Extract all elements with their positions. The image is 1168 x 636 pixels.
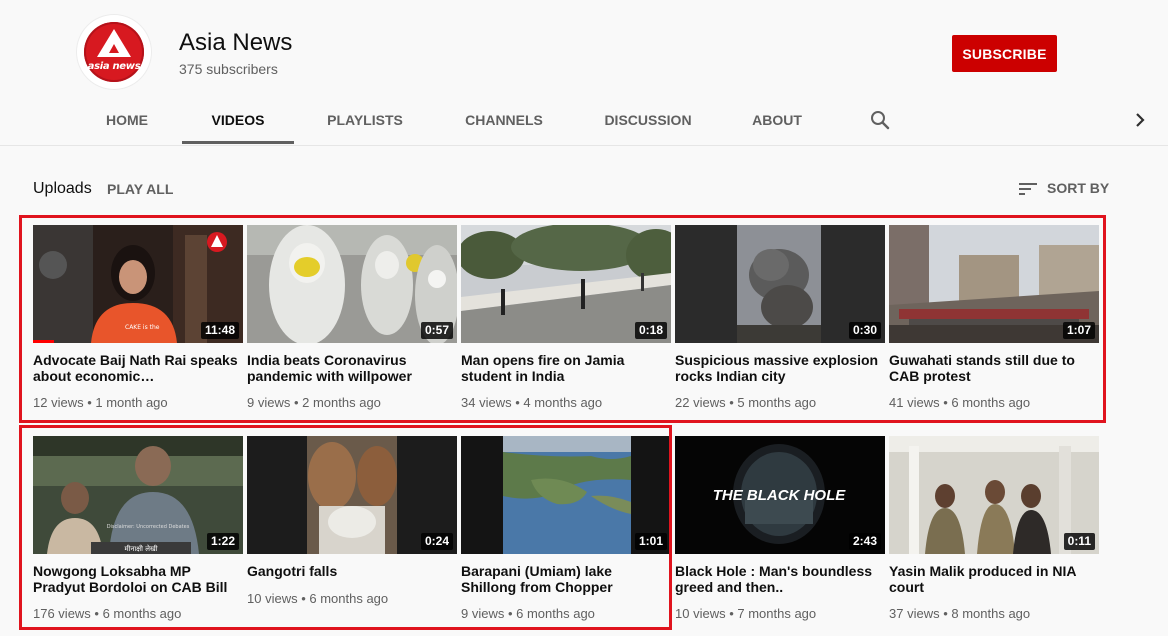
video-card[interactable]: मीनाक्षी लेखी Disclaimer: Uncorrected De… — [33, 436, 243, 636]
video-thumbnail[interactable]: THE BLACK HOLE 2:43 — [675, 436, 885, 554]
video-card[interactable]: 0:11 Yasin Malik produced in NIA court 3… — [889, 436, 1099, 636]
video-title[interactable]: Barapani (Umiam) lake Shillong from Chop… — [461, 563, 667, 595]
video-thumbnail[interactable]: 0:30 — [675, 225, 885, 343]
sort-icon — [1019, 183, 1037, 195]
video-thumbnail[interactable]: मीनाक्षी लेखी Disclaimer: Uncorrected De… — [33, 436, 243, 554]
search-icon[interactable] — [868, 108, 892, 132]
video-thumbnail[interactable]: 0:18 — [461, 225, 671, 343]
upload-age: 7 months ago — [737, 606, 817, 621]
subscribe-button[interactable]: SUBSCRIBE — [952, 35, 1057, 72]
view-count: 12 views — [33, 395, 84, 410]
video-duration: 11:48 — [200, 322, 239, 339]
video-meta: 22 views • 5 months ago — [675, 395, 817, 410]
video-card[interactable]: CAKE is the 11:48 Advocate Baij Nath Rai… — [33, 225, 243, 425]
sort-by-label: SORT BY — [1047, 180, 1110, 196]
channel-avatar[interactable]: asia news — [76, 14, 152, 90]
subscriber-count: 375 subscribers — [179, 61, 278, 77]
video-title[interactable]: Advocate Baij Nath Rai speaks about econ… — [33, 352, 239, 384]
video-duration: 2:43 — [848, 533, 881, 550]
tab-discussion[interactable]: DISCUSSION — [598, 96, 698, 144]
video-meta: 176 views • 6 months ago — [33, 606, 182, 621]
upload-age: 6 months ago — [102, 606, 182, 621]
video-title[interactable]: Black Hole : Man's boundless greed and t… — [675, 563, 881, 595]
view-count: 34 views — [461, 395, 512, 410]
upload-age: 2 months ago — [302, 395, 381, 410]
video-meta: 37 views • 8 months ago — [889, 606, 1031, 621]
video-duration: 0:18 — [634, 322, 667, 339]
video-title[interactable]: Suspicious massive explosion rocks India… — [675, 352, 881, 384]
video-title[interactable]: India beats Coronavirus pandemic with wi… — [247, 352, 453, 384]
view-count: 10 views — [247, 591, 298, 606]
tab-channels[interactable]: CHANNELS — [458, 96, 550, 144]
video-card[interactable]: THE BLACK HOLE 2:43 Black Hole : Man's b… — [675, 436, 885, 636]
upload-age: 6 months ago — [951, 395, 1031, 410]
play-all-button[interactable]: PLAY ALL — [107, 181, 173, 197]
video-duration: 0:24 — [420, 533, 453, 550]
view-count: 37 views — [889, 606, 940, 621]
logo-a-hole — [109, 44, 119, 53]
video-meta: 12 views • 1 month ago — [33, 395, 168, 410]
channel-header: asia news Asia News 375 subscribers SUBS… — [0, 0, 1168, 146]
channel-tabs: HOME VIDEOS PLAYLISTS CHANNELS DISCUSSIO… — [0, 96, 1168, 144]
video-card[interactable]: 1:07 Guwahati stands still due to CAB pr… — [889, 225, 1099, 425]
video-duration: 0:57 — [420, 322, 453, 339]
uploads-title: Uploads — [33, 180, 92, 197]
view-count: 22 views — [675, 395, 726, 410]
thumbnail-banner-text: मीनाक्षी लेखी — [124, 544, 157, 553]
upload-age: 8 months ago — [951, 606, 1031, 621]
thumbnail-disclaimer-text: Disclaimer: Uncorrected Debates — [107, 524, 190, 530]
video-thumbnail[interactable]: 0:11 — [889, 436, 1099, 554]
tab-home[interactable]: HOME — [97, 96, 157, 144]
video-duration: 1:22 — [206, 533, 239, 550]
video-meta: 9 views • 2 months ago — [247, 395, 381, 410]
view-count: 41 views — [889, 395, 940, 410]
view-count: 10 views — [675, 606, 726, 621]
video-card[interactable]: 0:30 Suspicious massive explosion rocks … — [675, 225, 885, 425]
tab-playlists[interactable]: PLAYLISTS — [320, 96, 410, 144]
video-title[interactable]: Gangotri falls — [247, 563, 453, 579]
tab-videos[interactable]: VIDEOS — [182, 96, 294, 144]
video-title[interactable]: Guwahati stands still due to CAB protest — [889, 352, 1095, 384]
video-card[interactable]: 0:57 India beats Coronavirus pandemic wi… — [247, 225, 457, 425]
video-thumbnail[interactable]: CAKE is the 11:48 — [33, 225, 243, 343]
video-duration: 1:07 — [1062, 322, 1095, 339]
video-title[interactable]: Nowgong Loksabha MP Pradyut Bordoloi on … — [33, 563, 239, 595]
video-meta: 9 views • 6 months ago — [461, 606, 595, 621]
video-meta: 34 views • 4 months ago — [461, 395, 603, 410]
upload-age: 6 months ago — [309, 591, 389, 606]
thumbnail-title-text: THE BLACK HOLE — [713, 487, 846, 504]
shirt-text: CAKE is the — [125, 324, 160, 331]
view-count: 9 views — [461, 606, 505, 621]
video-title[interactable]: Man opens fire on Jamia student in India — [461, 352, 667, 384]
video-card[interactable]: 1:01 Barapani (Umiam) lake Shillong from… — [461, 436, 671, 636]
upload-age: 4 months ago — [523, 395, 603, 410]
video-duration: 1:01 — [634, 533, 667, 550]
video-card[interactable]: 0:18 Man opens fire on Jamia student in … — [461, 225, 671, 425]
channel-name: Asia News — [179, 29, 293, 56]
chevron-right-icon[interactable] — [1128, 108, 1152, 132]
view-count: 9 views — [247, 395, 291, 410]
video-meta: 10 views • 7 months ago — [675, 606, 817, 621]
view-count: 176 views — [33, 606, 91, 621]
video-title[interactable]: Yasin Malik produced in NIA court — [889, 563, 1095, 595]
upload-age: 5 months ago — [737, 395, 817, 410]
logo-text: asia news — [87, 61, 141, 72]
video-thumbnail[interactable]: 1:01 — [461, 436, 671, 554]
video-meta: 10 views • 6 months ago — [247, 591, 389, 606]
tab-about[interactable]: ABOUT — [745, 96, 809, 144]
video-thumbnail[interactable]: 1:07 — [889, 225, 1099, 343]
video-card[interactable]: 0:24 Gangotri falls 10 views • 6 months … — [247, 436, 457, 636]
video-thumbnail[interactable]: 0:24 — [247, 436, 457, 554]
video-thumbnail[interactable]: 0:57 — [247, 225, 457, 343]
video-duration: 0:30 — [848, 322, 881, 339]
upload-age: 6 months ago — [516, 606, 595, 621]
watch-progress-bar — [33, 340, 54, 343]
upload-age: 1 month ago — [95, 395, 168, 410]
video-meta: 41 views • 6 months ago — [889, 395, 1031, 410]
video-duration: 0:11 — [1063, 533, 1095, 550]
